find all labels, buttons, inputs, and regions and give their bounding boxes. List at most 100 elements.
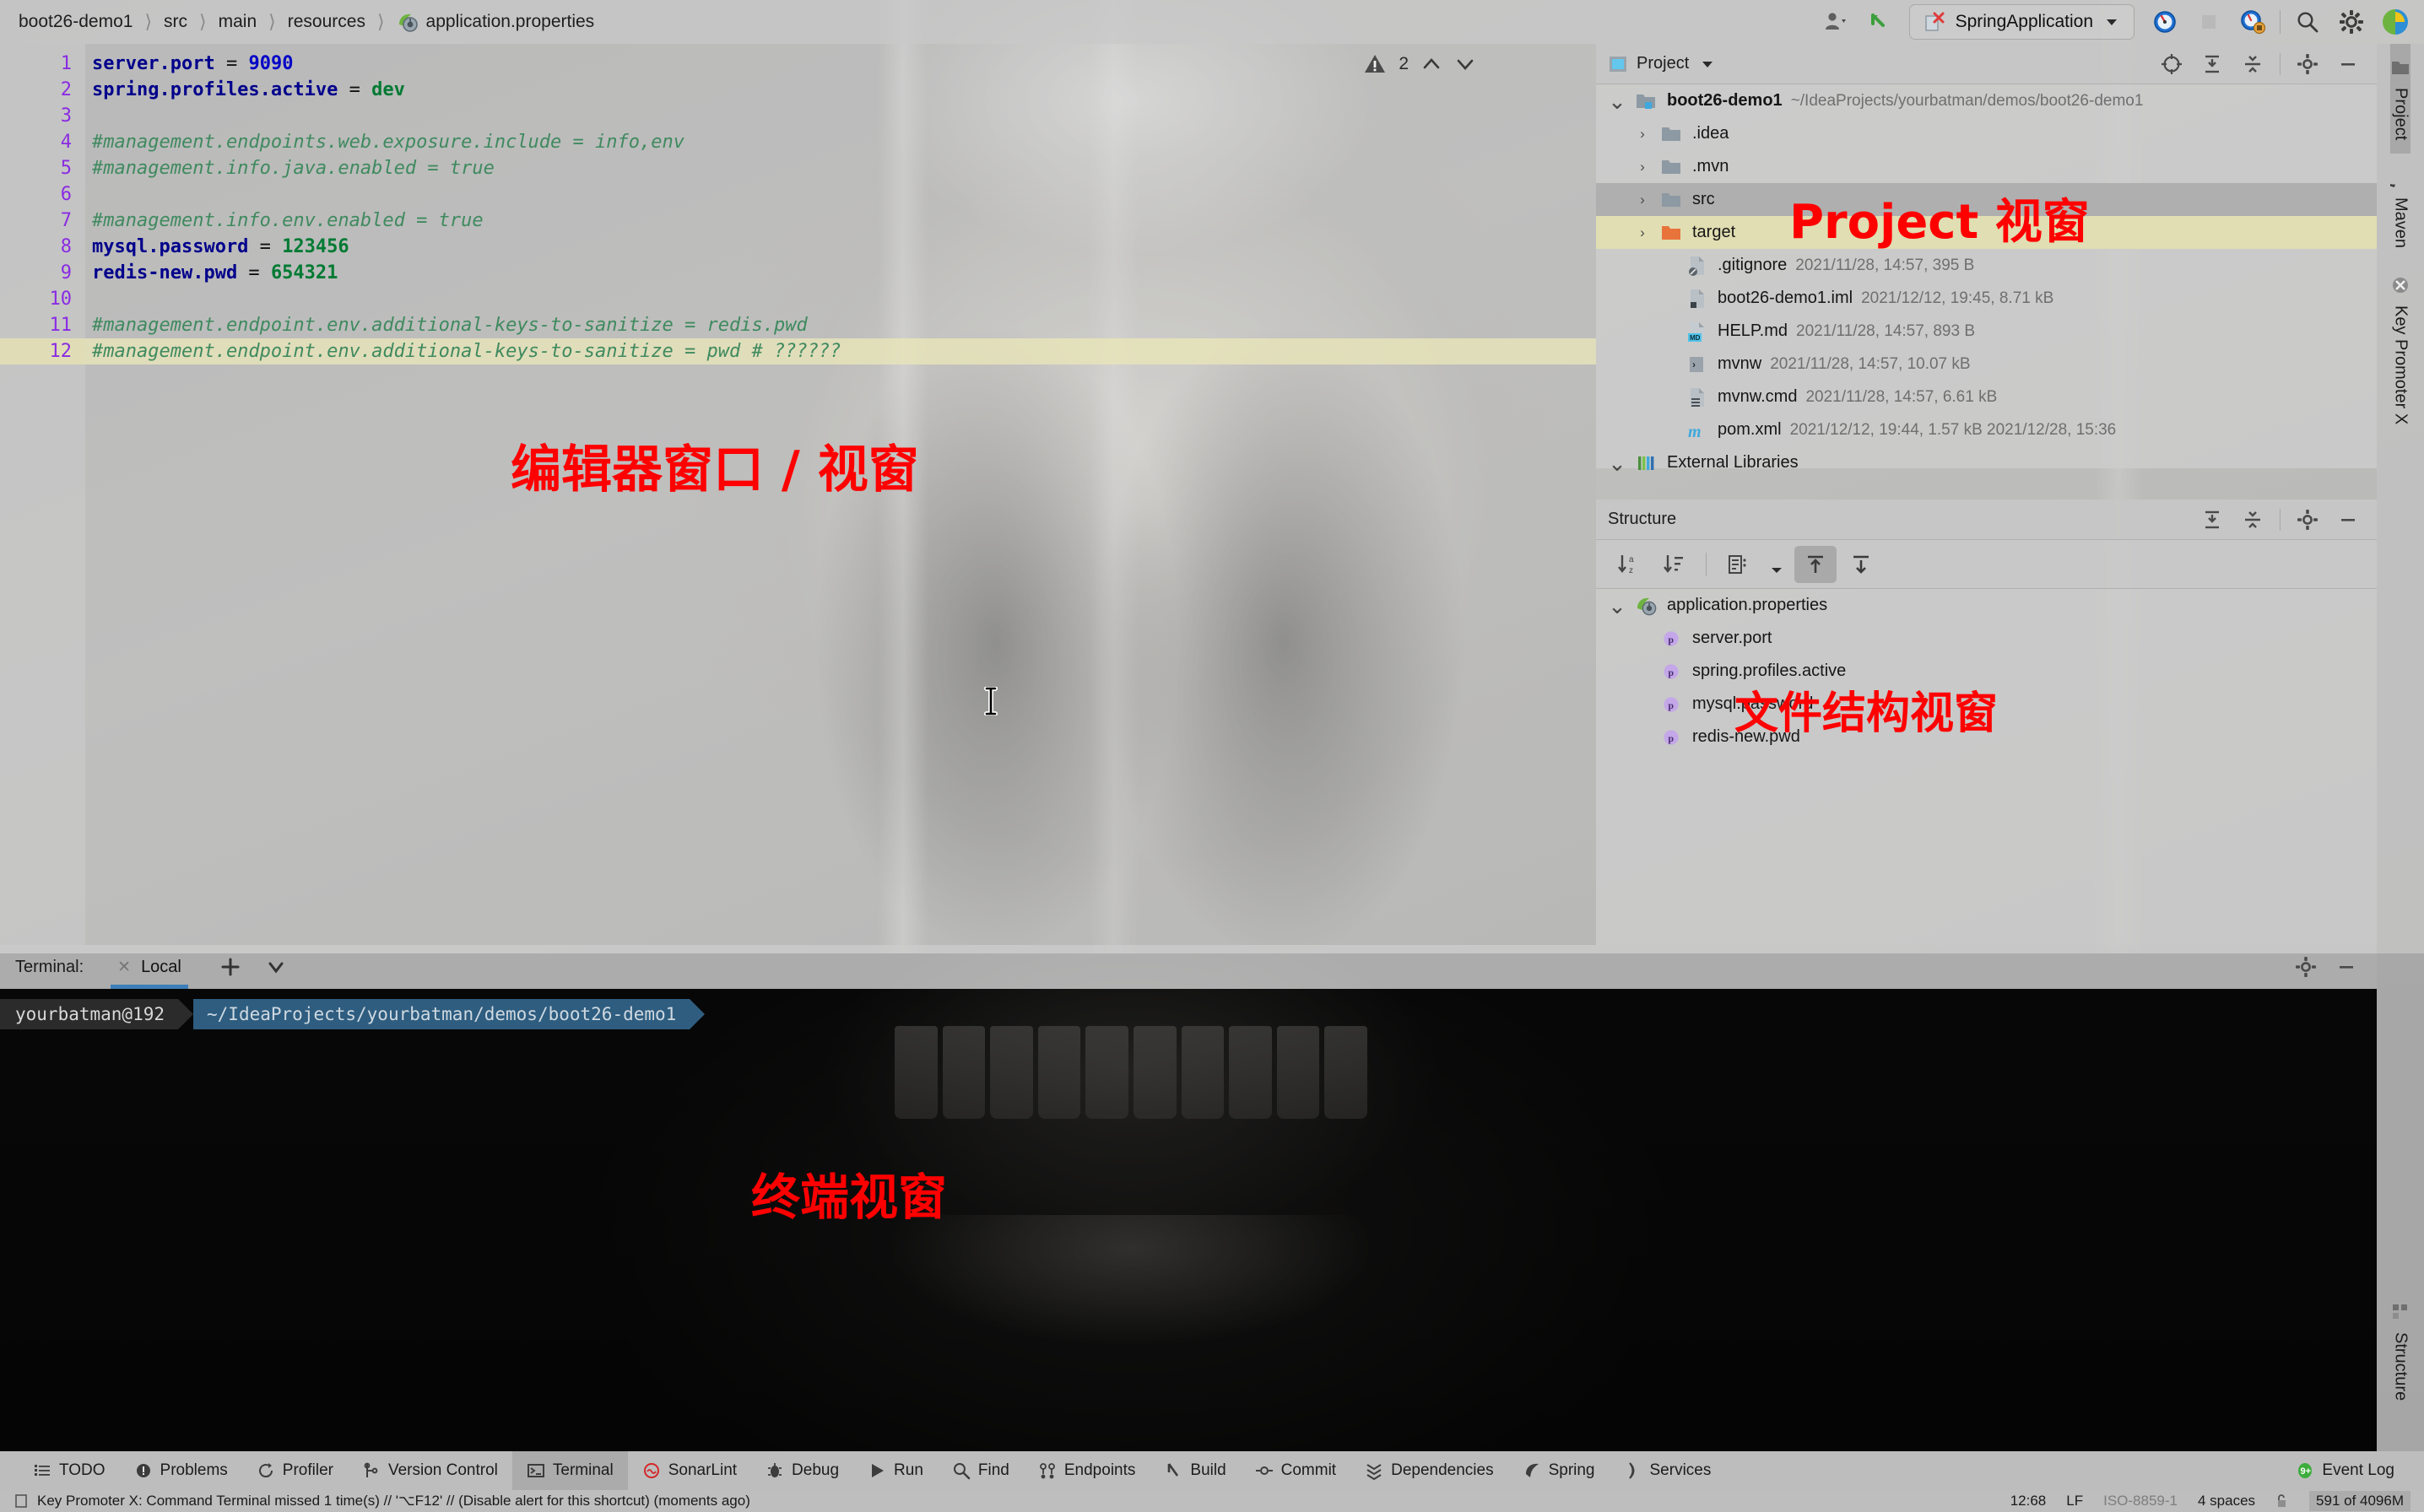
- terminal-tool-window[interactable]: Terminal: ✕ Local yourbatman@192 ~/IdeaP…: [0, 945, 2377, 1451]
- bottom-bar-item-debug[interactable]: Debug: [751, 1451, 853, 1490]
- project-tool-window[interactable]: Project ⌄ boot26-demo1 ~/IdeaProjects/yo…: [1596, 44, 2377, 474]
- sort-alphabetically-icon[interactable]: a z: [1608, 546, 1650, 583]
- chevron-down-icon[interactable]: ⌄: [1608, 90, 1626, 112]
- scroll-to-source-icon[interactable]: [1840, 546, 1882, 583]
- bottom-bar-item-sonarlint[interactable]: SonarLint: [628, 1451, 751, 1490]
- run-configuration-selector[interactable]: SpringApplication: [1908, 4, 2135, 40]
- group-icon[interactable]: [1717, 546, 1759, 583]
- code-line[interactable]: [85, 181, 92, 208]
- rail-tab-structure[interactable]: Structure: [2390, 1288, 2410, 1414]
- bottom-bar-item-spring[interactable]: Spring: [1508, 1451, 1610, 1490]
- bottom-bar-item-problems[interactable]: Problems: [120, 1451, 242, 1490]
- rail-tab-maven[interactable]: m Maven: [2390, 154, 2410, 262]
- minimize-icon[interactable]: [2329, 503, 2367, 537]
- tree-row[interactable]: › › mvnw 2021/11/28, 14:57, 10.07 kB: [1596, 348, 2377, 381]
- breadcrumb-item-resources[interactable]: resources: [288, 12, 365, 32]
- previous-problem-icon[interactable]: [1420, 53, 1442, 75]
- add-tab-icon[interactable]: [219, 955, 242, 979]
- code-line[interactable]: #management.info.java.enabled = true: [85, 155, 495, 181]
- memory-indicator[interactable]: 591 of 4096M: [2309, 1491, 2410, 1511]
- chevron-down-icon[interactable]: ⌄: [1608, 595, 1626, 617]
- chevron-right-icon[interactable]: ›: [1633, 224, 1652, 241]
- terminal-tab-local[interactable]: ✕ Local: [102, 945, 197, 989]
- rail-tab-key-promoter-x[interactable]: Key Promoter X: [2390, 262, 2410, 438]
- tree-row[interactable]: ⌄ application.properties: [1596, 589, 2377, 622]
- code-line[interactable]: [85, 103, 92, 129]
- terminal-output[interactable]: yourbatman@192 ~/IdeaProjects/yourbatman…: [0, 989, 2377, 1451]
- unlocked-icon[interactable]: [2275, 1493, 2289, 1509]
- tree-row[interactable]: › .gitignore 2021/11/28, 14:57, 395 B: [1596, 249, 2377, 282]
- file-encoding[interactable]: ISO-8859-1: [2103, 1493, 2178, 1509]
- bottom-bar-item-commit[interactable]: Commit: [1241, 1451, 1350, 1490]
- debug-icon[interactable]: [2231, 3, 2275, 41]
- code-line[interactable]: mysql.password = 123456: [85, 234, 349, 260]
- chevron-right-icon[interactable]: ›: [1633, 192, 1652, 208]
- code-line[interactable]: spring.profiles.active = dev: [85, 77, 405, 103]
- sort-by-type-icon[interactable]: [1653, 546, 1696, 583]
- bottom-bar-item-dependencies[interactable]: Dependencies: [1350, 1451, 1507, 1490]
- tree-row[interactable]: ⌄ boot26-demo1 ~/IdeaProjects/yourbatman/d…: [1596, 84, 2377, 117]
- collapse-all-icon[interactable]: [2234, 503, 2271, 537]
- bottom-bar-item-run[interactable]: Run: [853, 1451, 938, 1490]
- minimize-icon[interactable]: [2329, 47, 2367, 81]
- tree-row[interactable]: › p server.port: [1596, 622, 2377, 655]
- bottom-bar-item-find[interactable]: Find: [938, 1451, 1024, 1490]
- editor-gutter[interactable]: 1 2 3 4 5 6 7 8 9 10 11 12: [0, 44, 85, 945]
- breadcrumb-item-file[interactable]: application.properties: [426, 12, 595, 32]
- rail-tab-project[interactable]: Project: [2390, 44, 2410, 154]
- scroll-from-source-icon[interactable]: [1794, 545, 1837, 583]
- bottom-bar-item-services[interactable]: Services: [1610, 1451, 1726, 1490]
- expand-all-icon[interactable]: [2194, 47, 2231, 81]
- breadcrumb-item-src[interactable]: src: [164, 12, 187, 32]
- gear-icon[interactable]: [2289, 47, 2326, 81]
- bottom-bar-item-endpoints[interactable]: Endpoints: [1024, 1451, 1150, 1490]
- breadcrumb-item-main[interactable]: main: [219, 12, 257, 32]
- update-project-icon[interactable]: [1857, 3, 1901, 41]
- tree-row[interactable]: › m pom.xml 2021/12/12, 19:44, 1.57 kB 2021…: [1596, 413, 2377, 446]
- tree-row[interactable]: › boot26-demo1.iml 2021/12/12, 19:45, 8.71…: [1596, 282, 2377, 315]
- code-line[interactable]: #management.info.env.enabled = true: [85, 208, 484, 234]
- indent-setting[interactable]: 4 spaces: [2198, 1493, 2255, 1509]
- account-icon[interactable]: [1813, 3, 1857, 41]
- close-icon[interactable]: ✕: [117, 958, 131, 977]
- code-line[interactable]: redis-new.pwd = 654321: [85, 260, 338, 286]
- search-icon[interactable]: [2286, 3, 2329, 41]
- bottom-bar-item-version-control[interactable]: Version Control: [348, 1451, 512, 1490]
- chevron-down-icon[interactable]: [1699, 56, 1716, 73]
- run-icon[interactable]: [2143, 3, 2187, 41]
- tree-row[interactable]: › MD HELP.md 2021/11/28, 14:57, 893 B: [1596, 315, 2377, 348]
- caret-position[interactable]: 12:68: [2010, 1493, 2047, 1509]
- code-line[interactable]: #management.endpoints.web.exposure.inclu…: [85, 129, 684, 155]
- line-separator[interactable]: LF: [2066, 1493, 2083, 1509]
- gear-icon[interactable]: [2287, 950, 2324, 984]
- minimize-icon[interactable]: [2328, 950, 2365, 984]
- editor-inspection-widget[interactable]: 2: [1363, 52, 1476, 76]
- code-line[interactable]: #management.endpoint.env.additional-keys…: [85, 312, 808, 338]
- status-message[interactable]: Key Promoter X: Command Terminal missed …: [37, 1493, 750, 1509]
- chevron-down-icon[interactable]: [264, 955, 288, 979]
- bottom-bar-item-event-log[interactable]: 9+ Event Log: [2281, 1451, 2409, 1490]
- spring-boot-icon[interactable]: [2373, 3, 2417, 41]
- locate-icon[interactable]: [2153, 47, 2190, 81]
- tree-row[interactable]: ⌄ External Libraries: [1596, 446, 2377, 479]
- next-problem-icon[interactable]: [1454, 53, 1476, 75]
- bottom-bar-item-terminal[interactable]: Terminal: [511, 1451, 628, 1490]
- tree-row[interactable]: › .mvn: [1596, 150, 2377, 183]
- project-tree[interactable]: ⌄ boot26-demo1 ~/IdeaProjects/yourbatman/d…: [1596, 84, 2377, 479]
- code-line[interactable]: #management.endpoint.env.additional-keys…: [85, 338, 841, 364]
- collapse-all-icon[interactable]: [2234, 47, 2271, 81]
- gear-icon[interactable]: [2289, 503, 2326, 537]
- code-line[interactable]: [85, 286, 92, 312]
- bottom-bar-item-build[interactable]: Build: [1150, 1451, 1240, 1490]
- chevron-down-icon[interactable]: [1762, 546, 1791, 583]
- tree-row[interactable]: › .idea: [1596, 117, 2377, 150]
- breadcrumb-item-project[interactable]: boot26-demo1: [19, 12, 133, 32]
- chevron-down-icon[interactable]: ⌄: [1608, 452, 1626, 474]
- code-line[interactable]: server.port = 9090: [85, 51, 293, 77]
- tree-row[interactable]: › mvnw.cmd 2021/11/28, 14:57, 6.61 kB: [1596, 381, 2377, 413]
- gear-icon[interactable]: [2329, 3, 2373, 41]
- chevron-right-icon[interactable]: ›: [1633, 159, 1652, 176]
- chevron-right-icon[interactable]: ›: [1633, 126, 1652, 143]
- bottom-bar-item-profiler[interactable]: Profiler: [242, 1451, 348, 1490]
- expand-all-icon[interactable]: [2194, 503, 2231, 537]
